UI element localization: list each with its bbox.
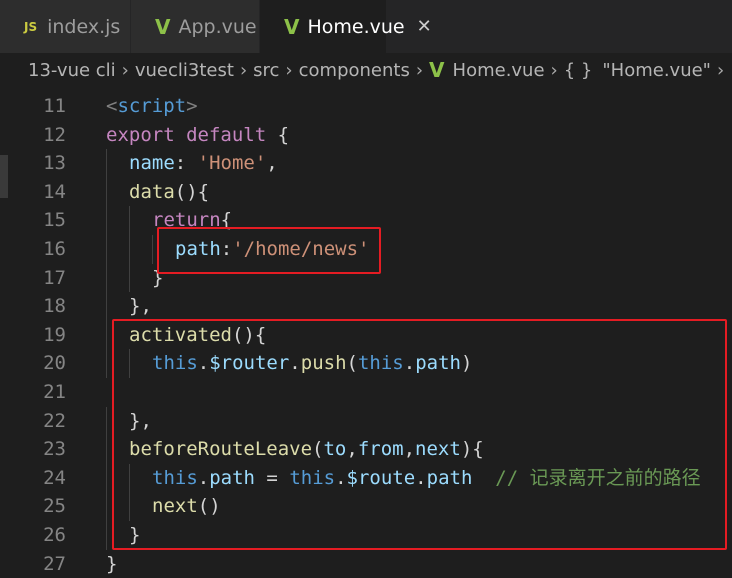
tab-index-js[interactable]: JS index.js — [0, 0, 130, 53]
indent-guide — [106, 149, 107, 178]
indent-guide — [106, 235, 107, 264]
line-number: 23 — [20, 435, 66, 464]
braces-icon: { } — [564, 60, 593, 81]
line-number: 27 — [20, 550, 66, 578]
token-str: 'Home' — [198, 152, 267, 174]
indent-guide — [106, 178, 107, 207]
code-line[interactable]: 14 data(){ — [0, 178, 732, 207]
token-br: < — [106, 95, 117, 117]
token-fn: data — [129, 181, 175, 203]
code-text: name: 'Home', — [129, 149, 278, 178]
highlight-box-lifecycle — [112, 319, 727, 550]
token-p: , — [266, 152, 277, 174]
tab-app-vue[interactable]: V App.vue — [131, 0, 259, 53]
token-p — [175, 124, 186, 146]
breadcrumb-item[interactable]: Home.vue — [453, 60, 545, 81]
tab-label: index.js — [47, 16, 120, 38]
line-number: 12 — [20, 121, 66, 150]
breadcrumb-item[interactable]: components — [299, 60, 410, 81]
line-number: 13 — [20, 149, 66, 178]
line-number: 14 — [20, 178, 66, 207]
chevron-right-icon: › — [240, 60, 247, 81]
indent-guide — [129, 235, 130, 264]
code-line[interactable]: 18}, — [0, 292, 732, 321]
token-p: }, — [129, 295, 152, 317]
vue-file-icon: V — [155, 15, 170, 39]
line-number: 26 — [20, 521, 66, 550]
indent-guide — [106, 264, 107, 293]
token-p: { — [266, 124, 289, 146]
token-br: > — [186, 95, 197, 117]
line-number: 25 — [20, 492, 66, 521]
chevron-right-icon: › — [122, 60, 129, 81]
chevron-right-icon: › — [717, 60, 724, 81]
token-prop: name — [129, 152, 175, 174]
line-number: 24 — [20, 464, 66, 493]
close-icon[interactable]: ✕ — [417, 16, 432, 37]
code-line[interactable]: 12 export default { — [0, 121, 732, 150]
token-p: (){ — [175, 181, 209, 203]
code-text: <script> — [106, 92, 198, 121]
breadcrumb-item[interactable]: vuecli3test — [135, 60, 234, 81]
token-tag: script — [117, 95, 186, 117]
breadcrumb: 13-vue cli › vuecli3test › src › components… — [0, 53, 732, 87]
line-number: 19 — [20, 321, 66, 350]
line-number: 15 — [20, 206, 66, 235]
code-text: export default { — [106, 121, 289, 150]
token-p: : — [175, 152, 198, 174]
indent-guide — [106, 206, 107, 235]
vue-file-icon: V — [429, 58, 444, 82]
token-kw: export — [106, 124, 175, 146]
tab-label: Home.vue — [307, 16, 404, 38]
code-line[interactable]: 11 <script> — [0, 92, 732, 121]
indent-guide — [152, 235, 153, 264]
code-text: data(){ — [129, 178, 209, 207]
chevron-right-icon: › — [551, 60, 558, 81]
indent-guide — [106, 292, 107, 321]
editor-tab-bar: JSindex.js VApp.vue VHome.vue✕ — [0, 0, 732, 53]
line-number: 18 — [20, 292, 66, 321]
line-number: 17 — [20, 264, 66, 293]
indent-guide — [106, 521, 107, 550]
indent-guide — [106, 321, 107, 350]
line-number: 16 — [20, 235, 66, 264]
indent-guide — [129, 206, 130, 235]
token-p: } — [106, 553, 117, 575]
indent-guide — [106, 464, 107, 493]
indent-guide — [106, 435, 107, 464]
line-number: 20 — [20, 349, 66, 378]
line-number: 22 — [20, 407, 66, 436]
highlight-box-path — [157, 227, 381, 274]
indent-guide — [106, 407, 107, 436]
tab-label: App.vue — [178, 16, 256, 38]
chevron-right-icon: › — [285, 60, 292, 81]
breadcrumb-item[interactable]: "Home.vue" — [602, 60, 711, 81]
line-number: 11 — [20, 92, 66, 121]
indent-guide — [106, 349, 107, 378]
vue-file-icon: V — [284, 15, 299, 39]
breadcrumb-item[interactable]: src — [253, 60, 279, 81]
breadcrumb-item[interactable]: 13-vue cli — [28, 60, 116, 81]
chevron-right-icon: › — [416, 60, 423, 81]
code-line[interactable]: 13 name: 'Home', — [0, 149, 732, 178]
indent-guide — [106, 492, 107, 521]
js-file-icon: JS — [24, 20, 37, 34]
code-text: }, — [129, 292, 152, 321]
tab-home-vue[interactable]: VHome.vue✕ — [260, 0, 386, 53]
indent-guide — [129, 264, 130, 293]
token-kw: default — [186, 124, 266, 146]
code-text: } — [106, 550, 117, 578]
code-line[interactable]: 27} — [0, 550, 732, 578]
line-number: 21 — [20, 378, 66, 407]
